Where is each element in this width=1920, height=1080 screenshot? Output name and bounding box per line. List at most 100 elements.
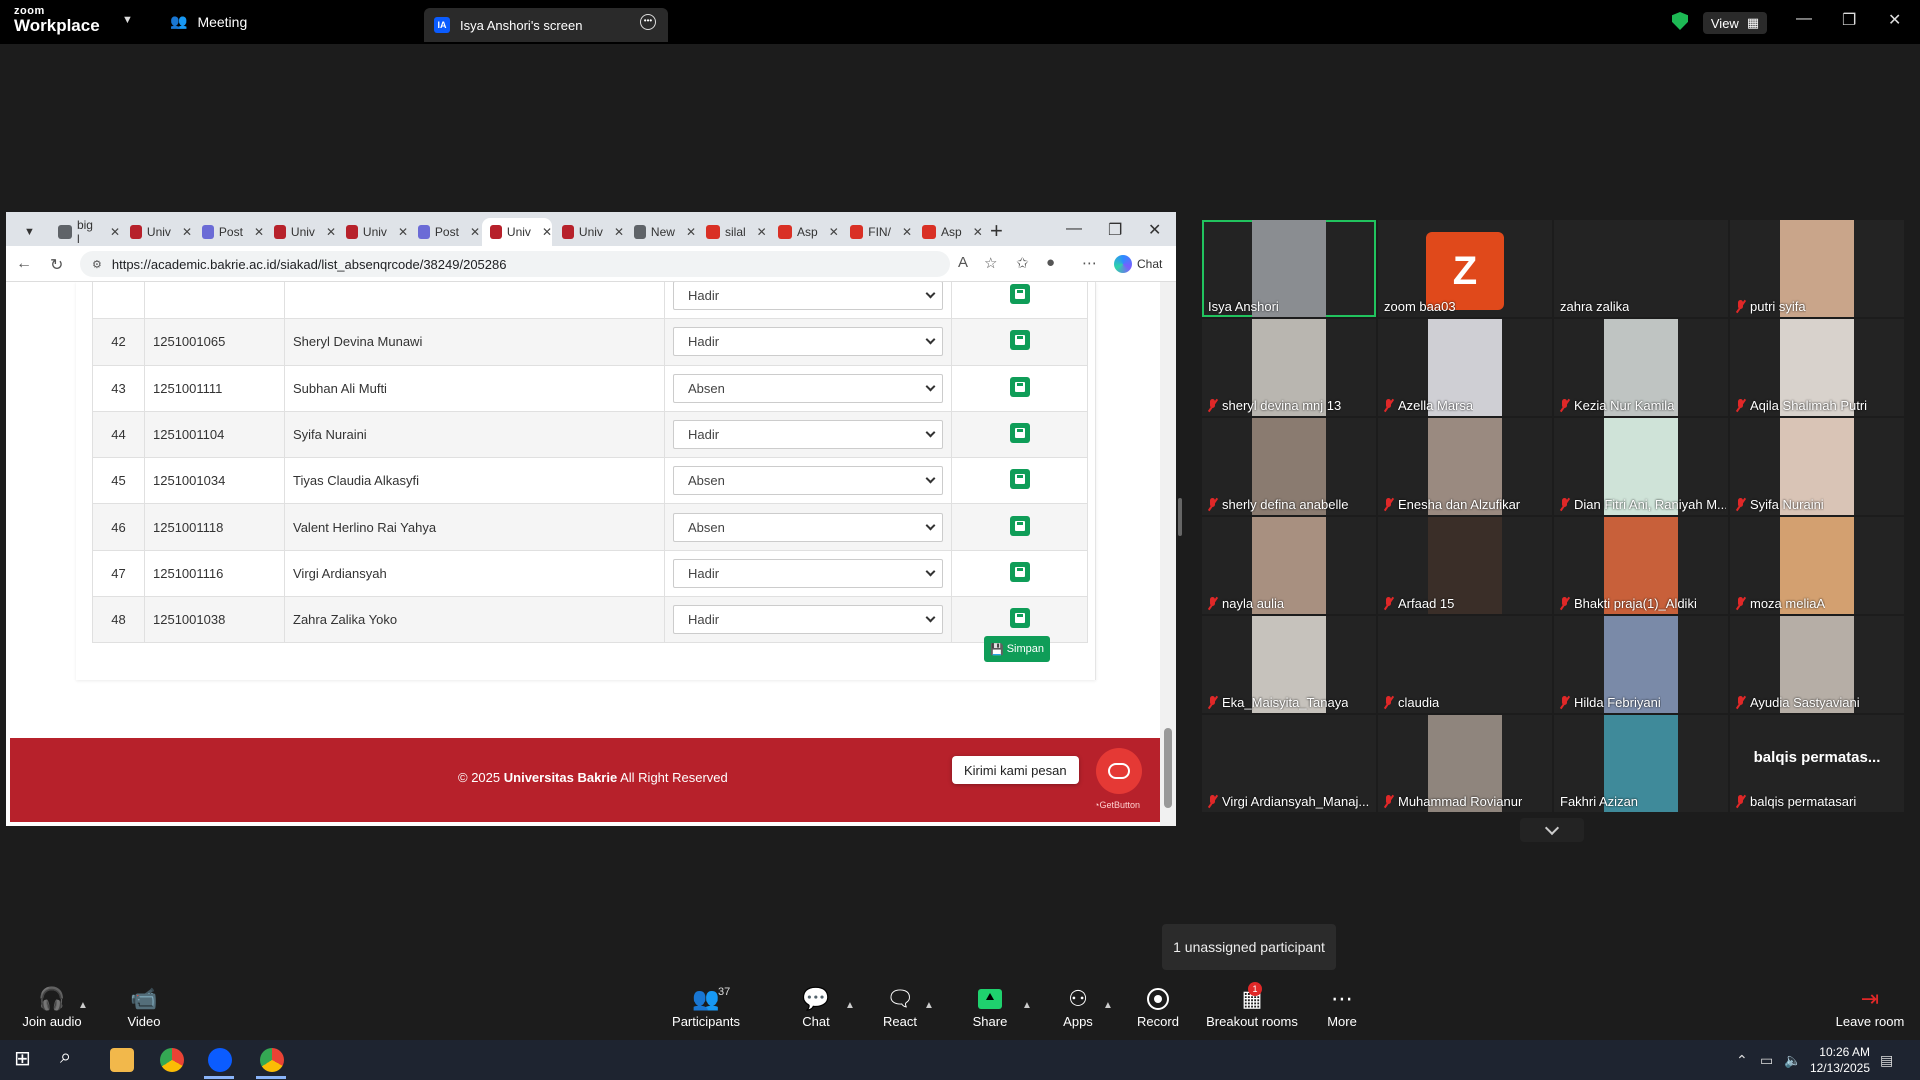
close-tab-icon[interactable]: ✕ <box>686 225 696 239</box>
browser-tab[interactable]: Asp ✕ <box>770 218 840 246</box>
participant-tile[interactable]: nayla aulia <box>1202 517 1376 614</box>
participant-tile[interactable]: moza meliaA <box>1730 517 1904 614</box>
react-options-caret[interactable]: ▲ <box>924 1000 934 1011</box>
save-row-icon[interactable] <box>1009 284 1030 305</box>
participant-tile[interactable]: Enesha dan Alzufikar <box>1378 418 1552 515</box>
participant-tile[interactable]: balqis permatas... balqis permatasari <box>1730 715 1904 812</box>
close-tab-icon[interactable]: ✕ <box>326 225 336 239</box>
scrollbar-thumb[interactable] <box>1164 728 1172 808</box>
close-icon[interactable]: ✕ <box>1148 220 1161 240</box>
participant-tile[interactable]: Muhammad Rovianur <box>1378 715 1552 812</box>
browser-tab[interactable]: Univ ✕ <box>266 218 336 246</box>
close-tab-icon[interactable]: ✕ <box>542 225 552 239</box>
participant-tile[interactable]: Isya Anshori <box>1202 220 1376 317</box>
participant-tile[interactable]: sherly defina anabelle <box>1202 418 1376 515</box>
participant-tile[interactable]: Zzoom baa03 <box>1378 220 1552 317</box>
more-button[interactable]: ⋯ More <box>1302 986 1382 1029</box>
close-tab-icon[interactable]: ✕ <box>973 225 983 239</box>
copilot-chat-button[interactable]: Chat <box>1114 252 1162 276</box>
save-row-icon[interactable] <box>1009 376 1030 397</box>
browser-tab[interactable]: silal ✕ <box>698 218 768 246</box>
participants-button[interactable]: 👥 37 Participants <box>666 986 746 1029</box>
file-explorer-icon[interactable] <box>110 1048 134 1072</box>
zoom-app-icon[interactable] <box>208 1048 232 1072</box>
share-button[interactable]: Share <box>950 986 1030 1029</box>
save-row-icon[interactable] <box>1009 561 1030 582</box>
save-row-icon[interactable] <box>1009 469 1030 490</box>
shield-icon[interactable] <box>1672 12 1688 30</box>
participant-tile[interactable]: Hilda Febriyani <box>1554 616 1728 713</box>
browser-tab[interactable]: New ✕ <box>626 218 696 246</box>
close-icon[interactable]: ✕ <box>1888 10 1901 30</box>
favorites-icon[interactable]: ✩ <box>1016 254 1029 272</box>
video-button[interactable]: 📹 Video <box>104 986 184 1029</box>
share-options-caret[interactable]: ▲ <box>1022 1000 1032 1011</box>
status-select[interactable]: Hadir <box>673 282 943 311</box>
windows-start-icon[interactable]: ⊞ <box>14 1046 38 1070</box>
favorite-icon[interactable]: ☆ <box>984 254 997 272</box>
site-info-icon[interactable]: ⚙ <box>92 258 102 271</box>
participant-tile[interactable]: Arfaad 15 <box>1378 517 1552 614</box>
meeting-tab[interactable]: 👥 Meeting <box>170 13 247 30</box>
close-tab-icon[interactable]: ✕ <box>902 225 912 239</box>
audio-options-caret[interactable]: ▲ <box>78 1000 88 1011</box>
participant-tile[interactable]: Kezia Nur Kamila <box>1554 319 1728 416</box>
participant-tile[interactable]: zahra zalika <box>1554 220 1728 317</box>
status-select[interactable]: Absen <box>673 373 943 403</box>
close-tab-icon[interactable]: ✕ <box>829 225 839 239</box>
notification-icon[interactable]: ▤ <box>1880 1052 1893 1069</box>
unassigned-participant-notice[interactable]: 1 unassigned participant <box>1162 924 1336 970</box>
status-select[interactable]: Hadir <box>673 327 943 357</box>
browser-tab[interactable]: Asp ✕ <box>914 218 984 246</box>
participant-tile[interactable]: Ayudia Sastyaviani <box>1730 616 1904 713</box>
status-select[interactable]: Hadir <box>673 605 943 635</box>
new-tab-button[interactable]: + <box>990 218 1003 244</box>
save-row-icon[interactable] <box>1009 330 1030 351</box>
breakout-rooms-button[interactable]: ▦ 1 Breakout rooms <box>1202 982 1302 1029</box>
chat-prompt[interactable]: Kirimi kami pesan <box>952 756 1079 784</box>
chat-widget-button[interactable] <box>1096 748 1142 794</box>
apps-options-caret[interactable]: ▲ <box>1103 1000 1113 1011</box>
save-row-icon[interactable] <box>1009 423 1030 444</box>
browser-tab[interactable]: Post ✕ <box>410 218 480 246</box>
participant-tile[interactable]: Fakhri Azizan <box>1554 715 1728 812</box>
system-clock[interactable]: 10:26 AM 12/13/2025 <box>1806 1044 1870 1076</box>
save-row-icon[interactable] <box>1009 515 1030 536</box>
browser-tab[interactable]: Univ ✕ <box>122 218 192 246</box>
participant-tile[interactable]: sheryl devina mnj 13 <box>1202 319 1376 416</box>
address-bar[interactable]: ⚙ https://academic.bakrie.ac.id/siakad/l… <box>80 251 950 277</box>
status-select[interactable]: Absen <box>673 512 943 542</box>
view-button[interactable]: View ▦ <box>1703 12 1767 34</box>
browser-tab[interactable]: Univ ✕ <box>554 218 624 246</box>
chrome-icon[interactable] <box>160 1048 184 1072</box>
chat-button[interactable]: 💬 Chat <box>776 986 856 1029</box>
gallery-next-page[interactable] <box>1520 818 1584 842</box>
close-tab-icon[interactable]: ✕ <box>470 225 480 239</box>
leave-room-button[interactable]: ⇥ Leave room <box>1824 986 1916 1029</box>
close-tab-icon[interactable]: ✕ <box>757 225 767 239</box>
status-select[interactable]: Hadir <box>673 420 943 450</box>
status-select[interactable]: Hadir <box>673 558 943 588</box>
more-options-icon[interactable]: ••• <box>640 14 656 30</box>
browser-tab[interactable]: Univ ✕ <box>482 218 552 246</box>
network-icon[interactable]: ▭ <box>1760 1052 1773 1069</box>
close-tab-icon[interactable]: ✕ <box>110 225 120 239</box>
search-icon[interactable]: ⌕ <box>60 1046 84 1070</box>
restore-icon[interactable]: ❐ <box>1108 220 1122 240</box>
browser-tab[interactable]: FIN/ ✕ <box>842 218 912 246</box>
tray-chevron-icon[interactable]: ⌃ <box>1736 1052 1748 1069</box>
participant-tile[interactable]: Bhakti praja(1)_Aldiki <box>1554 517 1728 614</box>
chevron-down-icon[interactable]: ▼ <box>122 14 133 26</box>
getbutton-credit[interactable]: ◔GetButton <box>1094 800 1140 810</box>
more-icon[interactable]: ⋯ <box>1082 254 1097 272</box>
browser-tab[interactable]: big l ✕ <box>50 218 120 246</box>
page-scrollbar[interactable] <box>1160 282 1176 826</box>
back-icon[interactable]: ← <box>16 255 32 273</box>
participant-tile[interactable]: putri syifa <box>1730 220 1904 317</box>
close-tab-icon[interactable]: ✕ <box>182 225 192 239</box>
participant-tile[interactable]: claudia <box>1378 616 1552 713</box>
profile-icon[interactable]: ● <box>1046 254 1055 271</box>
save-all-button[interactable]: 💾 Simpan <box>984 636 1050 662</box>
record-button[interactable]: Record <box>1118 986 1198 1029</box>
close-tab-icon[interactable]: ✕ <box>254 225 264 239</box>
